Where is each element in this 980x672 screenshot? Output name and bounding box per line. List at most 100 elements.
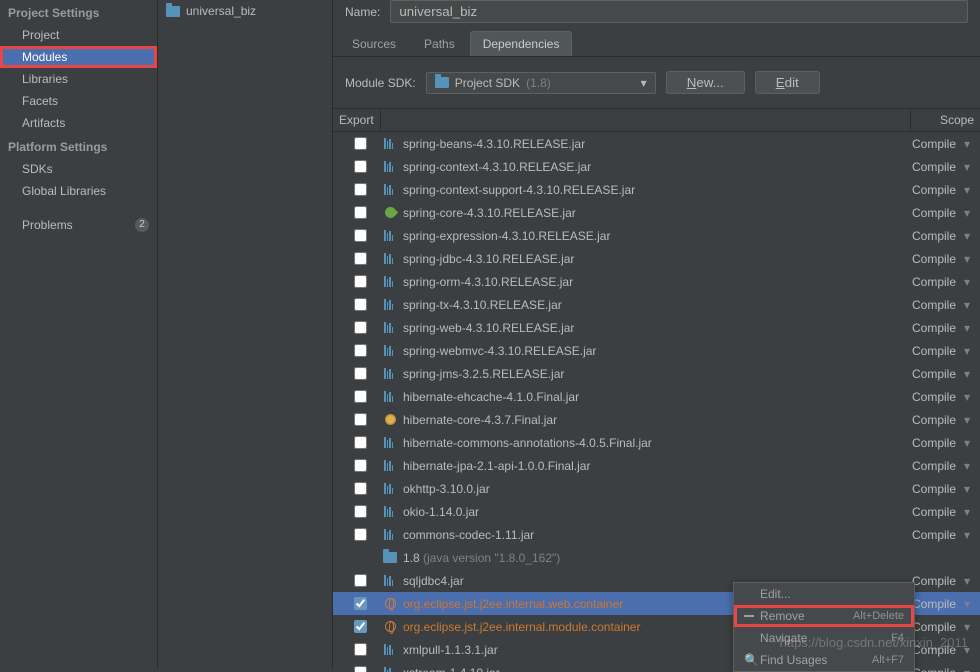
col-scope[interactable]: Scope: [910, 109, 980, 131]
dependency-row[interactable]: spring-jdbc-4.3.10.RELEASE.jar Compile ▾: [333, 247, 980, 270]
chevron-down-icon[interactable]: ▾: [960, 528, 974, 542]
dependency-scope[interactable]: Compile: [896, 528, 960, 542]
sdk-select[interactable]: Project SDK (1.8): [426, 72, 656, 94]
export-checkbox[interactable]: [354, 206, 367, 219]
dependency-row[interactable]: hibernate-core-4.3.7.Final.jar Compile ▾: [333, 408, 980, 431]
sidebar-item-libraries[interactable]: Libraries: [0, 68, 157, 90]
chevron-down-icon[interactable]: ▾: [960, 252, 974, 266]
dependency-row[interactable]: spring-beans-4.3.10.RELEASE.jar Compile …: [333, 132, 980, 155]
col-name[interactable]: [381, 109, 910, 131]
export-checkbox[interactable]: [354, 597, 367, 610]
chevron-down-icon[interactable]: ▾: [960, 597, 974, 611]
dependency-scope[interactable]: Compile: [896, 344, 960, 358]
chevron-down-icon[interactable]: ▾: [960, 137, 974, 151]
sidebar-item-facets[interactable]: Facets: [0, 90, 157, 112]
chevron-down-icon[interactable]: ▾: [960, 160, 974, 174]
dependency-scope[interactable]: Compile: [896, 183, 960, 197]
dependency-scope[interactable]: Compile: [896, 252, 960, 266]
dependency-scope[interactable]: Compile: [896, 298, 960, 312]
chevron-down-icon[interactable]: ▾: [960, 183, 974, 197]
dependency-row[interactable]: spring-context-support-4.3.10.RELEASE.ja…: [333, 178, 980, 201]
dependency-row[interactable]: hibernate-jpa-2.1-api-1.0.0.Final.jar Co…: [333, 454, 980, 477]
export-checkbox[interactable]: [354, 229, 367, 242]
chevron-down-icon[interactable]: ▾: [960, 367, 974, 381]
export-checkbox[interactable]: [354, 505, 367, 518]
context-remove[interactable]: Remove Alt+Delete: [734, 605, 914, 627]
sidebar-item-artifacts[interactable]: Artifacts: [0, 112, 157, 134]
dependency-row[interactable]: 1.8 (java version "1.8.0_162"): [333, 546, 980, 569]
module-item[interactable]: universal_biz: [158, 0, 332, 22]
dependency-row[interactable]: spring-jms-3.2.5.RELEASE.jar Compile ▾: [333, 362, 980, 385]
chevron-down-icon[interactable]: ▾: [960, 344, 974, 358]
dependency-row[interactable]: spring-context-4.3.10.RELEASE.jar Compil…: [333, 155, 980, 178]
tab-sources[interactable]: Sources: [339, 31, 409, 56]
dependency-scope[interactable]: Compile: [896, 482, 960, 496]
export-checkbox[interactable]: [354, 298, 367, 311]
dependency-row[interactable]: spring-webmvc-4.3.10.RELEASE.jar Compile…: [333, 339, 980, 362]
chevron-down-icon[interactable]: ▾: [960, 482, 974, 496]
export-checkbox[interactable]: [354, 160, 367, 173]
dependency-row[interactable]: spring-orm-4.3.10.RELEASE.jar Compile ▾: [333, 270, 980, 293]
dependency-row[interactable]: okhttp-3.10.0.jar Compile ▾: [333, 477, 980, 500]
dependency-row[interactable]: spring-tx-4.3.10.RELEASE.jar Compile ▾: [333, 293, 980, 316]
chevron-down-icon[interactable]: ▾: [960, 459, 974, 473]
dependency-scope[interactable]: Compile: [896, 160, 960, 174]
dependency-scope[interactable]: Compile: [896, 137, 960, 151]
tab-dependencies[interactable]: Dependencies: [470, 31, 573, 56]
chevron-down-icon[interactable]: ▾: [960, 390, 974, 404]
sidebar-item-modules[interactable]: Modules: [0, 46, 157, 68]
export-checkbox[interactable]: [354, 321, 367, 334]
name-input[interactable]: [390, 0, 968, 23]
dependency-row[interactable]: spring-expression-4.3.10.RELEASE.jar Com…: [333, 224, 980, 247]
export-checkbox[interactable]: [354, 183, 367, 196]
export-checkbox[interactable]: [354, 344, 367, 357]
dependency-scope[interactable]: Compile: [896, 229, 960, 243]
export-checkbox[interactable]: [354, 436, 367, 449]
chevron-down-icon[interactable]: ▾: [960, 666, 974, 672]
export-checkbox[interactable]: [354, 252, 367, 265]
chevron-down-icon[interactable]: ▾: [960, 275, 974, 289]
chevron-down-icon[interactable]: ▾: [960, 413, 974, 427]
dependency-row[interactable]: spring-web-4.3.10.RELEASE.jar Compile ▾: [333, 316, 980, 339]
chevron-down-icon[interactable]: ▾: [960, 298, 974, 312]
export-checkbox[interactable]: [354, 643, 367, 656]
dependency-row[interactable]: commons-codec-1.11.jar Compile ▾: [333, 523, 980, 546]
export-checkbox[interactable]: [354, 620, 367, 633]
chevron-down-icon[interactable]: ▾: [960, 206, 974, 220]
tab-paths[interactable]: Paths: [411, 31, 468, 56]
export-checkbox[interactable]: [354, 413, 367, 426]
new-button[interactable]: NNew...ew...: [666, 71, 745, 94]
dependency-scope[interactable]: Compile: [896, 413, 960, 427]
chevron-down-icon[interactable]: ▾: [960, 574, 974, 588]
chevron-down-icon[interactable]: ▾: [960, 321, 974, 335]
dependency-scope[interactable]: Compile: [896, 275, 960, 289]
export-checkbox[interactable]: [354, 459, 367, 472]
chevron-down-icon[interactable]: ▾: [960, 436, 974, 450]
export-checkbox[interactable]: [354, 390, 367, 403]
chevron-down-icon[interactable]: ▾: [960, 620, 974, 634]
chevron-down-icon[interactable]: ▾: [960, 229, 974, 243]
context-edit[interactable]: Edit...: [734, 583, 914, 605]
dependency-scope[interactable]: Compile: [896, 436, 960, 450]
export-checkbox[interactable]: [354, 275, 367, 288]
export-checkbox[interactable]: [354, 367, 367, 380]
dependency-scope[interactable]: Compile: [896, 459, 960, 473]
export-checkbox[interactable]: [354, 574, 367, 587]
dependency-scope[interactable]: Compile: [896, 367, 960, 381]
sidebar-item-sdks[interactable]: SDKs: [0, 158, 157, 180]
chevron-down-icon[interactable]: ▾: [960, 505, 974, 519]
dependency-scope[interactable]: Compile: [896, 505, 960, 519]
dependency-scope[interactable]: Compile: [896, 321, 960, 335]
export-checkbox[interactable]: [354, 482, 367, 495]
sidebar-item-problems[interactable]: Problems 2: [0, 214, 157, 236]
dependency-scope[interactable]: Compile: [896, 206, 960, 220]
export-checkbox[interactable]: [354, 666, 367, 672]
dependency-scope[interactable]: Compile: [896, 390, 960, 404]
dependency-row[interactable]: spring-core-4.3.10.RELEASE.jar Compile ▾: [333, 201, 980, 224]
dependency-row[interactable]: hibernate-ehcache-4.1.0.Final.jar Compil…: [333, 385, 980, 408]
dependency-row[interactable]: hibernate-commons-annotations-4.0.5.Fina…: [333, 431, 980, 454]
sidebar-item-project[interactable]: Project: [0, 24, 157, 46]
sidebar-item-global-libraries[interactable]: Global Libraries: [0, 180, 157, 202]
col-export[interactable]: Export: [333, 109, 381, 131]
edit-button[interactable]: Edit: [755, 71, 820, 94]
